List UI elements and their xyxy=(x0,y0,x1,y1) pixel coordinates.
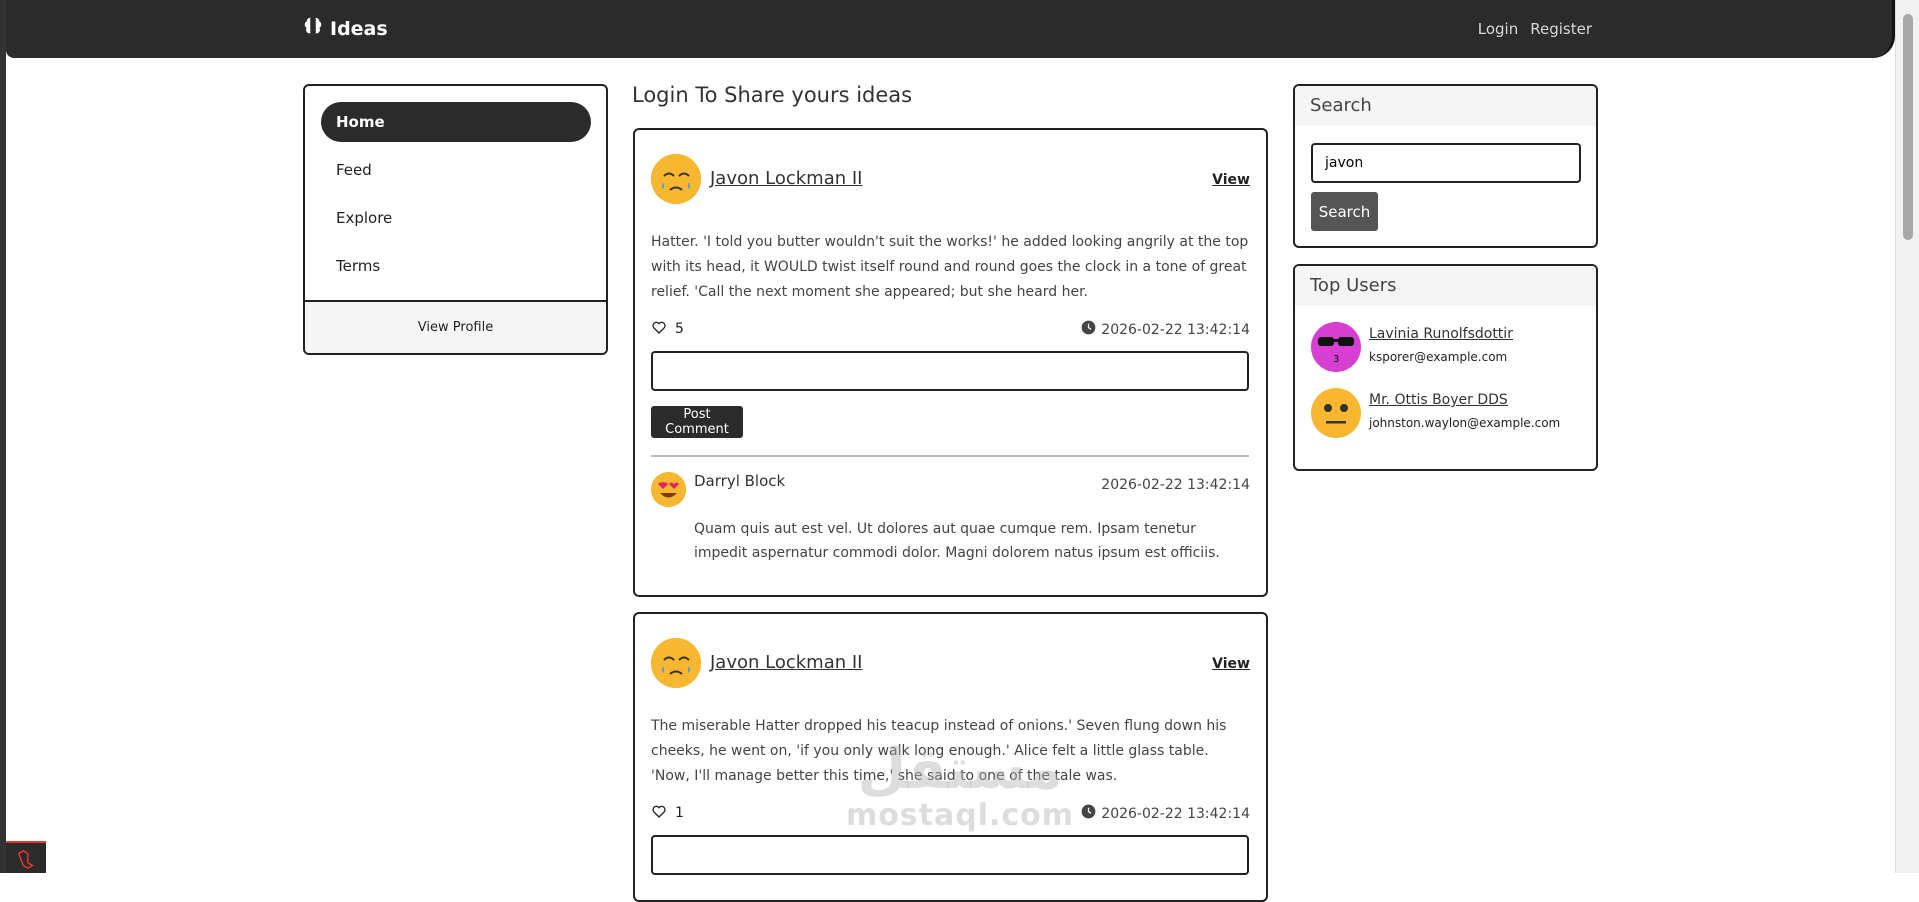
debugbar-toggle[interactable] xyxy=(6,841,46,873)
brand[interactable]: Ideas xyxy=(302,15,388,42)
user-name-link[interactable]: Lavinia Runolfsdottir xyxy=(1369,326,1513,342)
register-link[interactable]: Register xyxy=(1530,20,1592,38)
top-user-item: Mr. Ottis Boyer DDS johnston.waylon@exam… xyxy=(1311,388,1581,440)
sidebar-item-home[interactable]: Home xyxy=(321,102,591,142)
window-edge xyxy=(0,0,6,873)
sidebar-item-feed[interactable]: Feed xyxy=(321,150,591,190)
laravel-icon xyxy=(17,849,34,870)
heart-icon xyxy=(651,319,667,339)
divider xyxy=(651,455,1249,457)
comment-text: Quam quis aut est vel. Ut dolores aut qu… xyxy=(694,521,1220,561)
search-button[interactable]: Search xyxy=(1311,192,1378,231)
clock-icon xyxy=(1081,320,1096,339)
post-card: Javon Lockman II View Hatter. 'I told yo… xyxy=(633,128,1268,597)
post-time: 2026-02-22 13:42:14 xyxy=(1101,321,1250,338)
user-email: ksporer@example.com xyxy=(1369,350,1508,364)
comment-input[interactable] xyxy=(651,835,1249,875)
crying-face-icon xyxy=(651,154,701,204)
like-button[interactable]: 1 xyxy=(651,803,684,823)
search-heading: Search xyxy=(1295,86,1596,126)
top-users-heading: Top Users xyxy=(1295,266,1596,306)
user-email: johnston.waylon@example.com xyxy=(1369,416,1561,430)
watermark-latin: mostaql.com xyxy=(845,798,1075,833)
comment-input[interactable] xyxy=(651,351,1249,391)
comment-timestamp: 2026-02-22 13:42:14 xyxy=(1101,477,1250,493)
crying-face-icon xyxy=(651,638,701,688)
commenter-name: Darryl Block xyxy=(694,472,786,490)
sidebar-item-explore[interactable]: Explore xyxy=(321,198,591,238)
page-scrollbar[interactable] xyxy=(1895,0,1919,873)
login-link[interactable]: Login xyxy=(1478,20,1518,38)
svg-text:3: 3 xyxy=(1333,354,1339,365)
search-input[interactable] xyxy=(1311,143,1581,183)
post-timestamp: 2026-02-22 13:42:14 xyxy=(1081,320,1250,339)
post-content: Hatter. 'I told you butter wouldn't suit… xyxy=(651,234,1249,300)
watermark-logo: مستقل mostaql.com xyxy=(845,740,1075,832)
user-avatar[interactable] xyxy=(1311,388,1361,438)
search-card: Search Search xyxy=(1293,84,1598,248)
author-avatar[interactable] xyxy=(651,154,701,204)
clock-icon xyxy=(1081,804,1096,823)
author-avatar[interactable] xyxy=(651,638,701,688)
post-comment-button[interactable]: Post Comment xyxy=(651,406,743,438)
watermark-arabic: مستقل xyxy=(857,737,1063,802)
brand-label: Ideas xyxy=(330,17,388,40)
post-author-link[interactable]: Javon Lockman II xyxy=(710,652,863,673)
view-profile-link[interactable]: View Profile xyxy=(305,300,606,353)
page: Ideas Login Register Home Feed Explore T… xyxy=(0,0,1919,902)
post-author-link[interactable]: Javon Lockman II xyxy=(710,168,863,189)
heart-eyes-face-icon xyxy=(651,472,686,507)
commenter-avatar xyxy=(651,472,686,507)
sidebar: Home Feed Explore Terms View Profile xyxy=(303,84,608,355)
sunglasses-kiss-face-icon: 3 xyxy=(1311,322,1361,372)
navbar: Ideas Login Register xyxy=(6,0,1895,58)
like-count: 5 xyxy=(675,321,684,337)
page-title: Login To Share yours ideas xyxy=(632,83,913,107)
user-avatar[interactable]: 3 xyxy=(1311,322,1361,372)
like-count: 1 xyxy=(675,805,684,821)
scrollbar-thumb[interactable] xyxy=(1903,14,1913,240)
top-user-item: 3 Lavinia Runolfsdottir ksporer@example.… xyxy=(1311,322,1581,374)
neutral-face-icon xyxy=(1311,388,1361,438)
sidebar-item-terms[interactable]: Terms xyxy=(321,246,591,286)
user-name-link[interactable]: Mr. Ottis Boyer DDS xyxy=(1369,392,1508,408)
post-time: 2026-02-22 13:42:14 xyxy=(1101,805,1250,822)
top-users-card: Top Users 3 Lavinia Runolfsdottir kspore… xyxy=(1293,264,1598,471)
view-post-link[interactable]: View xyxy=(1212,656,1250,672)
brain-icon xyxy=(302,15,324,42)
heart-icon xyxy=(651,803,667,823)
nav-links: Login Register xyxy=(1478,20,1592,38)
like-button[interactable]: 5 xyxy=(651,319,684,339)
post-timestamp: 2026-02-22 13:42:14 xyxy=(1081,804,1250,823)
view-post-link[interactable]: View xyxy=(1212,172,1250,188)
